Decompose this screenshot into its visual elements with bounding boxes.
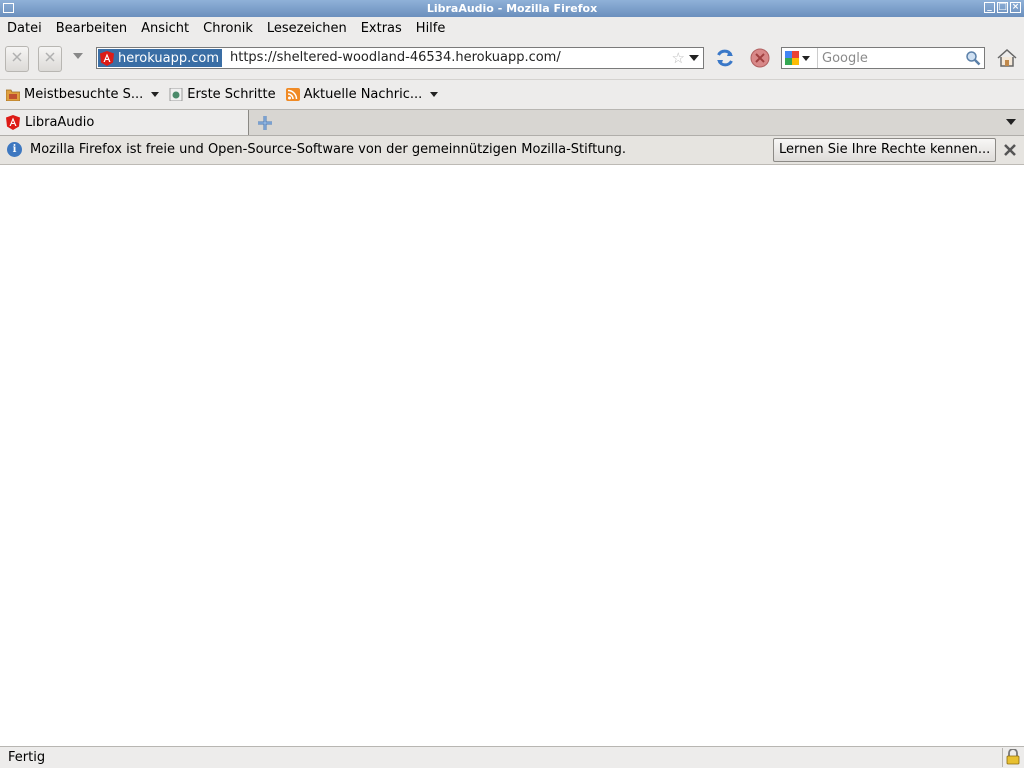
menu-bearbeiten[interactable]: Bearbeiten [49, 21, 134, 36]
site-identity-button[interactable]: herokuapp.com [98, 49, 222, 67]
stop-icon[interactable] [749, 47, 771, 69]
tab-label: LibraAudio [25, 115, 95, 130]
lock-icon [1006, 748, 1020, 765]
bookmark-most-visited[interactable]: Meistbesuchte S... [2, 87, 163, 102]
bookmark-label: Aktuelle Nachric... [303, 87, 423, 102]
home-icon[interactable] [996, 47, 1018, 69]
url-history-dropdown-icon[interactable] [689, 55, 699, 61]
search-icon[interactable] [965, 50, 981, 66]
rss-icon [285, 88, 300, 101]
maximize-icon[interactable]: □ [997, 2, 1008, 13]
window-titlebar: LibraAudio - Mozilla Firefox _ □ × [0, 0, 1024, 17]
bookmark-latest-news[interactable]: Aktuelle Nachric... [282, 87, 443, 102]
menu-lesezeichen[interactable]: Lesezeichen [260, 21, 354, 36]
bookmarks-toolbar: Meistbesuchte S... Erste Schritte Aktuel… [0, 80, 1024, 110]
menu-ansicht[interactable]: Ansicht [134, 21, 196, 36]
close-icon[interactable] [1002, 142, 1018, 158]
page-content [0, 165, 1024, 746]
chevron-down-icon [151, 92, 160, 97]
folder-icon [6, 89, 20, 101]
search-engine-selector[interactable] [782, 48, 818, 68]
notification-text: Mozilla Firefox ist freie und Open-Sourc… [30, 142, 627, 157]
window-title: LibraAudio - Mozilla Firefox [426, 2, 598, 15]
window-menu-icon[interactable] [3, 3, 14, 13]
forward-icon [45, 52, 55, 62]
search-input[interactable] [822, 48, 962, 68]
menu-hilfe[interactable]: Hilfe [409, 21, 453, 36]
chevron-down-icon [430, 92, 439, 97]
security-status-panel[interactable] [1002, 748, 1023, 767]
info-icon: i [7, 142, 22, 157]
menu-bar: Datei Bearbeiten Ansicht Chronik Lesezei… [0, 17, 1024, 39]
search-bar[interactable] [781, 47, 985, 69]
angular-icon [6, 115, 20, 130]
status-bar: Fertig [0, 746, 1024, 768]
angular-icon [100, 50, 114, 66]
tab-libraaudio[interactable]: LibraAudio [0, 110, 249, 135]
page-icon [169, 88, 183, 101]
know-your-rights-button[interactable]: Lernen Sie Ihre Rechte kennen... [773, 138, 997, 162]
search-engine-dropdown-icon [802, 55, 810, 61]
menu-chronik[interactable]: Chronik [196, 21, 260, 36]
menu-datei[interactable]: Datei [0, 21, 49, 36]
status-text: Fertig [8, 750, 46, 765]
url-bar[interactable]: herokuapp.com https://sheltered-woodland… [96, 47, 704, 69]
menu-extras[interactable]: Extras [354, 21, 409, 36]
back-button[interactable] [5, 46, 29, 72]
identity-label: herokuapp.com [118, 50, 219, 66]
bookmark-label: Meistbesuchte S... [24, 87, 144, 102]
history-dropdown-icon[interactable] [73, 53, 83, 59]
list-all-tabs-icon[interactable] [1006, 119, 1016, 125]
bookmark-label: Erste Schritte [187, 87, 276, 102]
bookmark-getting-started[interactable]: Erste Schritte [165, 87, 279, 102]
bookmark-star-icon[interactable]: ☆ [672, 49, 685, 67]
reload-icon[interactable] [714, 47, 736, 69]
url-text[interactable]: https://sheltered-woodland-46534.herokua… [230, 50, 561, 65]
notification-bar: i Mozilla Firefox ist freie und Open-Sou… [0, 136, 1024, 165]
forward-button[interactable] [38, 46, 62, 72]
minimize-icon[interactable]: _ [984, 2, 995, 13]
new-tab-icon[interactable] [256, 114, 274, 132]
back-icon [12, 52, 22, 62]
navigation-toolbar: herokuapp.com https://sheltered-woodland… [0, 39, 1024, 80]
google-icon [785, 51, 799, 65]
window-controls: _ □ × [984, 2, 1021, 13]
close-window-icon[interactable]: × [1010, 2, 1021, 13]
tab-strip: LibraAudio [0, 110, 1024, 136]
